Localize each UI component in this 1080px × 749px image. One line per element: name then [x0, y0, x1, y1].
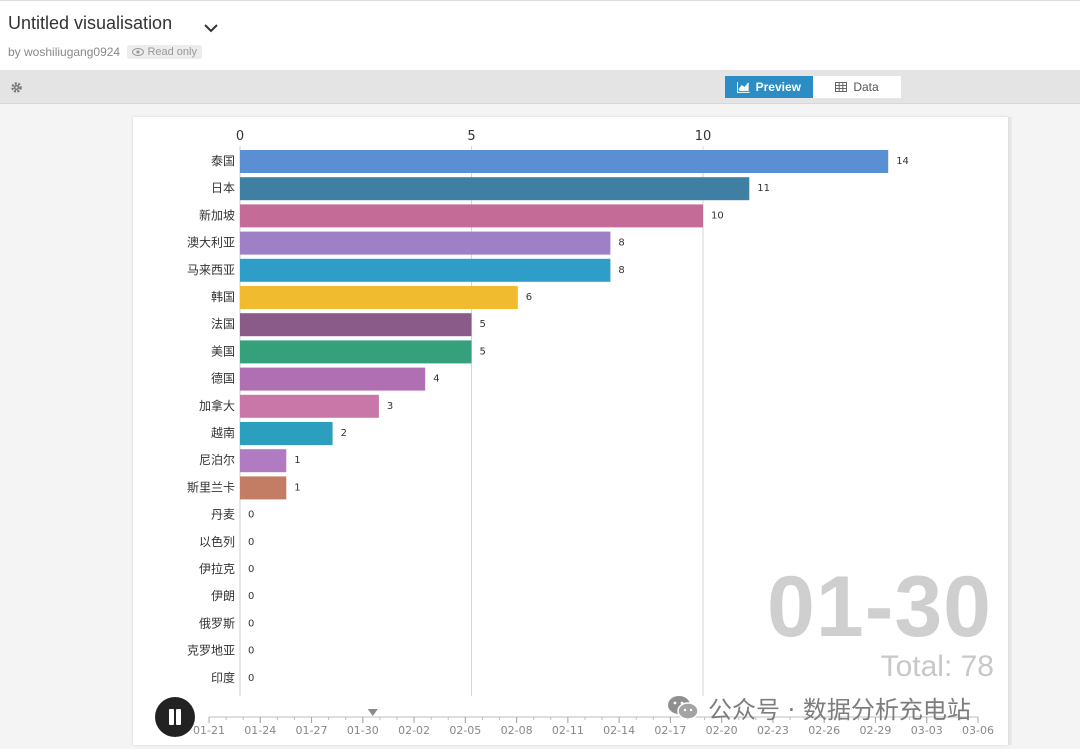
bar [240, 258, 611, 282]
category-label: 丹麦 [211, 508, 235, 522]
pause-icon-bar [176, 709, 181, 725]
value-label: 0 [248, 646, 254, 657]
watermark: 公众号 · 数据分析充电站 [666, 690, 971, 725]
timeline-date-label: 02-14 [603, 724, 635, 737]
timeline-playhead [367, 709, 378, 716]
bar [240, 367, 426, 391]
x-tick-label: 0 [236, 129, 244, 144]
value-label: 4 [433, 374, 439, 385]
timeline-date-label: 02-02 [398, 724, 430, 737]
value-label: 1 [294, 455, 300, 466]
category-label: 伊朗 [211, 589, 235, 603]
timeline-date-label: 03-03 [911, 724, 943, 737]
timeline-date-label: 02-23 [757, 724, 789, 737]
value-label: 0 [248, 673, 254, 684]
value-label: 5 [480, 346, 486, 357]
current-date: 01-30 [767, 559, 992, 655]
timeline-date-label: 01-24 [244, 724, 276, 737]
timeline-date-label: 02-20 [706, 724, 738, 737]
category-label: 新加坡 [199, 207, 235, 222]
category-label: 马来西亚 [187, 263, 235, 277]
bar [240, 150, 889, 173]
value-label: 2 [341, 428, 347, 439]
category-label: 克罗地亚 [187, 644, 235, 658]
timeline-date-label: 02-05 [449, 724, 481, 737]
value-label: 1 [294, 482, 300, 493]
value-label: 8 [618, 265, 624, 276]
pause-icon [169, 709, 174, 725]
category-label: 斯里兰卡 [187, 480, 235, 494]
bar [240, 422, 333, 445]
value-label: 6 [526, 292, 532, 303]
bar [240, 394, 379, 418]
bar [240, 449, 287, 473]
bar [240, 476, 287, 500]
watermark-text: 公众号 · 数据分析充电站 [708, 696, 971, 724]
value-label: 14 [896, 156, 909, 167]
timeline-date-label: 02-17 [654, 724, 686, 737]
total-counter: Total: 78 [880, 650, 994, 683]
category-label: 韩国 [211, 289, 235, 304]
category-label: 美国 [211, 344, 235, 358]
timeline-date-label: 01-21 [193, 724, 225, 737]
value-label: 11 [757, 183, 770, 194]
category-label: 越南 [211, 425, 235, 440]
category-label: 日本 [211, 181, 235, 195]
category-label: 以色列 [199, 535, 235, 549]
category-label: 泰国 [211, 154, 235, 168]
category-label: 俄罗斯 [199, 616, 235, 630]
category-label: 澳大利亚 [187, 236, 235, 250]
value-label: 3 [387, 401, 393, 412]
category-label: 伊拉克 [199, 561, 235, 576]
timeline-date-label: 03-06 [962, 724, 994, 737]
value-label: 8 [618, 238, 624, 249]
wechat-icon [668, 695, 699, 720]
timeline-date-label: 02-26 [808, 724, 840, 737]
category-label: 印度 [211, 670, 235, 685]
timeline-date-label: 02-11 [552, 724, 584, 737]
value-label: 10 [711, 210, 724, 221]
bar [240, 177, 750, 201]
category-label: 尼泊尔 [199, 452, 235, 467]
bar [240, 313, 472, 337]
x-tick-label: 10 [695, 129, 712, 144]
timeline-date-label: 01-30 [347, 724, 379, 737]
timeline-date-label: 02-08 [501, 724, 533, 737]
timeline-date-label: 01-27 [296, 724, 328, 737]
bar [240, 340, 472, 364]
category-label: 法国 [211, 317, 235, 331]
bar [240, 231, 611, 255]
category-label: 德国 [211, 371, 235, 386]
value-label: 0 [248, 537, 254, 548]
x-tick-label: 5 [467, 129, 475, 144]
value-label: 0 [248, 564, 254, 575]
bar [240, 286, 518, 309]
timeline-date-label: 02-29 [859, 724, 891, 737]
bar [240, 204, 703, 228]
category-label: 加拿大 [199, 398, 235, 413]
pause-button[interactable] [155, 697, 195, 737]
value-label: 0 [248, 510, 254, 521]
value-label: 5 [480, 319, 486, 330]
value-label: 0 [248, 591, 254, 602]
value-label: 0 [248, 618, 254, 629]
